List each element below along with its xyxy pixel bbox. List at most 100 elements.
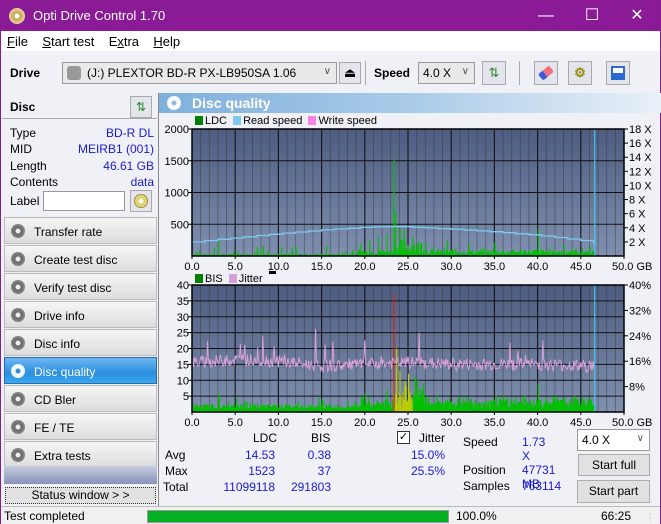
bis-bar	[204, 404, 206, 412]
bis-bar	[377, 401, 379, 412]
disc-type-label: Type	[10, 126, 37, 140]
bis-bar	[201, 405, 203, 412]
bis-bar	[330, 405, 332, 412]
ldc-bar	[519, 250, 521, 256]
bis-bar	[470, 398, 472, 412]
position-label: Position	[463, 463, 506, 477]
bis-bar	[576, 399, 578, 412]
bis-bar	[461, 405, 463, 412]
minimize-button[interactable]: —	[523, 1, 569, 31]
bis-bar	[539, 400, 541, 412]
settings-button[interactable]: ⚙	[568, 61, 592, 85]
nav-label: FE / TE	[34, 421, 75, 435]
bis-bar	[413, 395, 415, 412]
ldc-bar	[574, 250, 576, 256]
menu-extra[interactable]: Extra	[103, 31, 144, 49]
status-window-button[interactable]: Status window > >	[5, 487, 156, 504]
bis-bar	[559, 399, 562, 412]
start-part-button[interactable]: Start part	[577, 480, 650, 503]
bis-bar	[262, 405, 264, 412]
save-button[interactable]	[606, 61, 630, 85]
bis-bar	[524, 395, 526, 412]
start-full-button[interactable]: Start full	[578, 454, 650, 476]
ldc-bar	[291, 247, 293, 256]
bis-bar	[321, 399, 323, 412]
bis-bar	[570, 398, 572, 412]
bis-bar	[513, 400, 515, 412]
ldc-bar	[407, 245, 409, 256]
ldc-bar	[468, 243, 470, 256]
bis-bar	[367, 404, 369, 412]
bis-bar	[553, 400, 555, 412]
ldc-bar	[497, 250, 499, 256]
ldc-bar	[395, 211, 397, 256]
nav-extra-tests[interactable]: Extra tests	[4, 441, 157, 468]
bis-bar	[509, 406, 511, 412]
erase-button[interactable]	[534, 61, 558, 85]
bis-bar	[328, 404, 330, 412]
speed-select[interactable]: 4.0 X ∨	[418, 62, 475, 84]
bis-bar	[433, 404, 435, 412]
disc-refresh-button[interactable]: ⇅	[130, 96, 152, 118]
menu-start-test[interactable]: Start test	[36, 31, 99, 49]
eject-button[interactable]: ⏏	[339, 62, 361, 84]
max-label: Max	[165, 464, 188, 478]
bis-bar	[417, 395, 420, 412]
bis-bar	[228, 401, 230, 412]
jitter-checkbox[interactable]: ✓	[397, 431, 410, 444]
bis-bar	[480, 402, 482, 412]
ldc-bar	[415, 250, 417, 256]
bis-bar	[586, 401, 589, 412]
bis-bar	[522, 396, 524, 412]
app-disc-icon	[9, 8, 25, 24]
ldc-bar	[487, 250, 489, 256]
bis-bar	[432, 404, 434, 412]
refresh-button[interactable]: ⇅	[482, 61, 506, 85]
ldc-bar	[413, 243, 415, 256]
drive-select[interactable]: (J:) PLEXTOR BD-R PX-LB950SA 1.06 ∨	[62, 62, 337, 84]
ldc-bar	[262, 245, 265, 256]
x-tick-label: 40.0	[527, 417, 548, 427]
nav-cd-bler[interactable]: CD Bler	[4, 385, 157, 412]
y-tick-label: 10	[177, 375, 189, 387]
nav-disc-info[interactable]: Disc info	[4, 329, 157, 356]
ldc-bar	[431, 248, 433, 256]
bis-bar	[284, 405, 286, 412]
bis-bar	[192, 404, 195, 412]
bis-bar	[428, 398, 430, 412]
bis-bar	[581, 396, 583, 412]
nav-drive-info[interactable]: Drive info	[4, 301, 157, 328]
x-tick-label: 40.0	[527, 261, 548, 271]
bis-bar	[205, 404, 207, 412]
nav-fe-te[interactable]: FE / TE	[4, 413, 157, 440]
bis-bar	[227, 406, 229, 412]
menu-help[interactable]: Help	[147, 31, 185, 49]
bis-bar	[246, 401, 248, 412]
bis-bar	[285, 404, 287, 412]
ldc-bar	[399, 227, 401, 256]
nav-transfer-rate[interactable]: Transfer rate	[4, 217, 157, 244]
disc-label-button[interactable]	[130, 190, 152, 212]
test-speed-select[interactable]: 4.0 X ∨	[577, 429, 650, 451]
bis-bar	[589, 399, 591, 412]
nav-disc-quality[interactable]: Disc quality	[4, 357, 157, 384]
bis-bar	[404, 381, 406, 412]
bis-bar	[492, 400, 494, 412]
bis-bar	[402, 392, 404, 412]
menu-file[interactable]: File	[1, 31, 33, 49]
drive-icon	[67, 66, 81, 80]
bis-bar	[575, 398, 577, 412]
close-button[interactable]: ✕	[614, 1, 660, 31]
bis-bar	[500, 400, 502, 412]
disc-mid-value: MEIRB1 (001)	[77, 142, 154, 156]
bis-bar	[556, 397, 558, 412]
bis-bar	[310, 405, 312, 412]
nav-verify-test-disc[interactable]: Verify test disc	[4, 273, 157, 300]
nav-create-test-disc[interactable]: Create test disc	[4, 245, 157, 272]
ldc-bar	[575, 248, 577, 256]
maximize-button[interactable]: ☐	[569, 1, 615, 31]
bis-bar	[441, 402, 443, 412]
ldc-bar	[398, 247, 400, 256]
disc-label-input[interactable]	[43, 191, 125, 211]
resize-grip-icon[interactable]: ⋮	[646, 513, 654, 522]
